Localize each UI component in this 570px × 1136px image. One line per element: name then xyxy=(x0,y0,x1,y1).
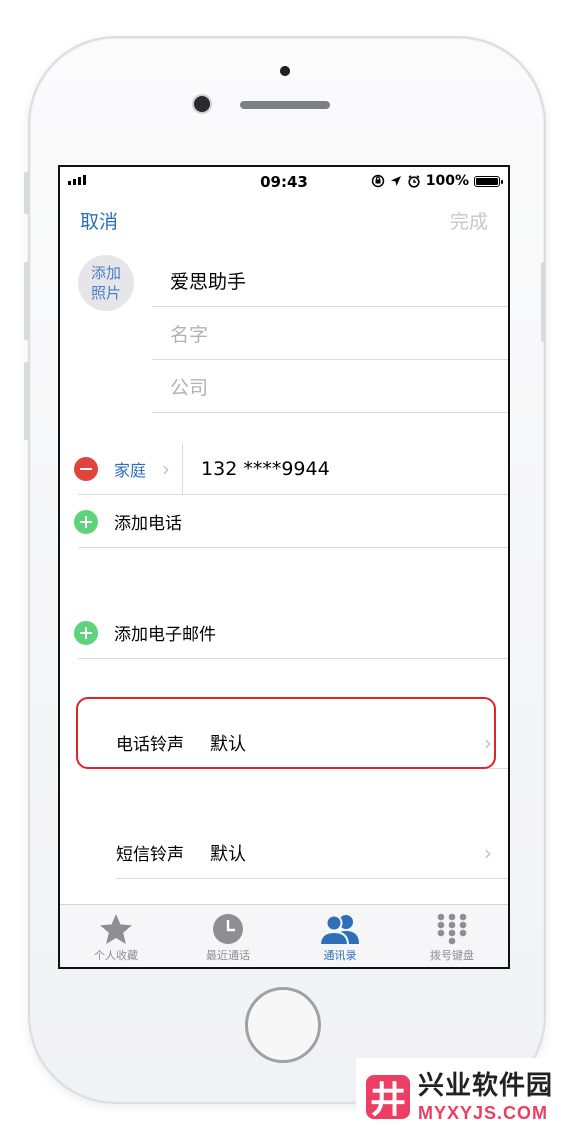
add-photo-line1: 添加 xyxy=(90,264,121,282)
chevron-right-icon: › xyxy=(484,840,492,865)
power-button xyxy=(541,262,546,342)
done-button[interactable]: 完成 xyxy=(450,207,488,234)
divider xyxy=(182,442,184,495)
add-email-label: 添加电子邮件 xyxy=(114,625,216,645)
tab-bar: 个人收藏 最近通话 通讯录 拨号键盘 xyxy=(60,904,508,967)
earpiece-speaker xyxy=(240,101,330,109)
add-photo-button[interactable]: 添加 照片 xyxy=(78,255,134,311)
front-sensor-dot xyxy=(280,66,290,76)
keypad-icon xyxy=(437,913,467,945)
company-field[interactable]: 公司 xyxy=(152,361,508,413)
front-camera xyxy=(194,96,210,112)
add-phone-icon[interactable] xyxy=(74,509,98,534)
first-name-field[interactable]: 名字 xyxy=(152,308,508,360)
status-right: 100% xyxy=(371,173,503,189)
text-tone-value: 默认 xyxy=(210,843,246,865)
battery-percent: 100% xyxy=(425,173,469,189)
status-bar: 09:43 100% xyxy=(60,167,508,195)
phone-number-field[interactable]: 132 ****9944 xyxy=(201,458,330,480)
add-photo-line2: 照片 xyxy=(90,284,121,302)
volume-down-button xyxy=(24,362,29,440)
watermark-logo: 井 xyxy=(366,1075,410,1121)
orientation-lock-icon xyxy=(371,174,384,188)
add-phone-row[interactable]: 添加电话 xyxy=(74,496,508,548)
tab-recents[interactable]: 最近通话 xyxy=(172,905,284,967)
text-tone-label: 短信铃声 xyxy=(116,845,184,865)
silent-switch xyxy=(24,172,29,214)
tab-contacts-label: 通讯录 xyxy=(323,949,357,962)
battery-icon xyxy=(474,175,503,187)
cancel-button[interactable]: 取消 xyxy=(80,207,118,234)
watermark-text: 兴业软件园 MYXYJS.COM xyxy=(418,1073,553,1122)
screen: 09:43 100% 取消 完成 添加 照片 爱思助手 名字 公司 家庭 › 1… xyxy=(58,165,510,969)
location-arrow-icon xyxy=(390,176,401,186)
phone-label-button[interactable]: 家庭 xyxy=(114,457,146,481)
home-button[interactable] xyxy=(245,987,321,1063)
delete-phone-icon[interactable] xyxy=(74,456,98,481)
text-tone-row[interactable]: 短信铃声 默认 › xyxy=(116,827,508,879)
last-name-field[interactable]: 爱思助手 xyxy=(152,255,508,307)
add-phone-label: 添加电话 xyxy=(114,514,182,534)
chevron-right-icon: › xyxy=(162,456,171,481)
tab-favorites-label: 个人收藏 xyxy=(94,949,138,962)
watermark-subtitle: MYXYJS.COM xyxy=(418,1102,549,1123)
battery-fill xyxy=(476,177,498,185)
volume-up-button xyxy=(24,262,29,340)
alarm-icon xyxy=(408,175,420,188)
tab-recents-label: 最近通话 xyxy=(206,949,250,962)
add-email-row[interactable]: 添加电子邮件 xyxy=(74,607,508,659)
tab-keypad[interactable]: 拨号键盘 xyxy=(396,905,508,967)
ringtone-highlight-box xyxy=(76,697,496,769)
watermark: 井 兴业软件园 MYXYJS.COM xyxy=(356,1058,570,1136)
watermark-title: 兴业软件园 xyxy=(418,1070,554,1101)
star-icon xyxy=(100,914,132,944)
contacts-icon xyxy=(318,914,359,945)
tab-keypad-label: 拨号键盘 xyxy=(430,949,474,962)
tab-contacts[interactable]: 通讯录 xyxy=(284,905,396,967)
clock-icon xyxy=(213,914,243,944)
add-email-icon[interactable] xyxy=(74,620,98,645)
phone-row: 家庭 › 132 ****9944 xyxy=(74,442,508,495)
tab-favorites[interactable]: 个人收藏 xyxy=(60,905,172,967)
